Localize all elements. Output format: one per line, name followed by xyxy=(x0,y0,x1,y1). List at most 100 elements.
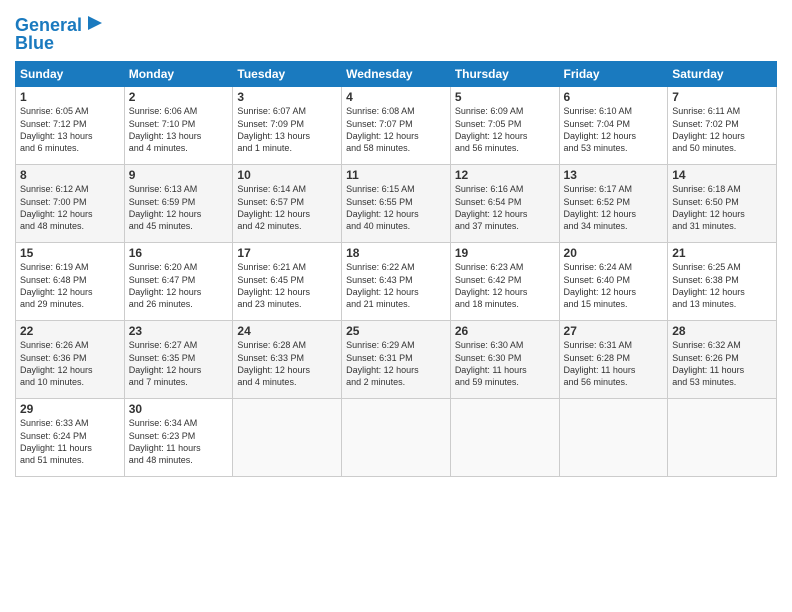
cell-info: Sunrise: 6:07 AMSunset: 7:09 PMDaylight:… xyxy=(237,105,337,154)
cell-info: Sunrise: 6:16 AMSunset: 6:54 PMDaylight:… xyxy=(455,183,555,232)
cell-info: Sunrise: 6:30 AMSunset: 6:30 PMDaylight:… xyxy=(455,339,555,388)
cell-info: Sunrise: 6:15 AMSunset: 6:55 PMDaylight:… xyxy=(346,183,446,232)
day-number: 10 xyxy=(237,168,337,182)
calendar-cell xyxy=(559,399,668,477)
logo: General Blue xyxy=(15,15,106,53)
day-number: 29 xyxy=(20,402,120,416)
calendar-cell: 9Sunrise: 6:13 AMSunset: 6:59 PMDaylight… xyxy=(124,165,233,243)
calendar-cell xyxy=(450,399,559,477)
calendar-cell: 12Sunrise: 6:16 AMSunset: 6:54 PMDayligh… xyxy=(450,165,559,243)
logo-arrow-icon xyxy=(84,12,106,34)
calendar-cell: 7Sunrise: 6:11 AMSunset: 7:02 PMDaylight… xyxy=(668,87,777,165)
weekday-header: Friday xyxy=(559,62,668,87)
calendar-cell: 17Sunrise: 6:21 AMSunset: 6:45 PMDayligh… xyxy=(233,243,342,321)
cell-info: Sunrise: 6:32 AMSunset: 6:26 PMDaylight:… xyxy=(672,339,772,388)
calendar-cell: 26Sunrise: 6:30 AMSunset: 6:30 PMDayligh… xyxy=(450,321,559,399)
cell-info: Sunrise: 6:20 AMSunset: 6:47 PMDaylight:… xyxy=(129,261,229,310)
calendar-cell: 23Sunrise: 6:27 AMSunset: 6:35 PMDayligh… xyxy=(124,321,233,399)
calendar-cell: 30Sunrise: 6:34 AMSunset: 6:23 PMDayligh… xyxy=(124,399,233,477)
calendar-cell: 14Sunrise: 6:18 AMSunset: 6:50 PMDayligh… xyxy=(668,165,777,243)
cell-info: Sunrise: 6:29 AMSunset: 6:31 PMDaylight:… xyxy=(346,339,446,388)
calendar-cell: 4Sunrise: 6:08 AMSunset: 7:07 PMDaylight… xyxy=(342,87,451,165)
calendar-cell: 6Sunrise: 6:10 AMSunset: 7:04 PMDaylight… xyxy=(559,87,668,165)
day-number: 3 xyxy=(237,90,337,104)
calendar-cell: 3Sunrise: 6:07 AMSunset: 7:09 PMDaylight… xyxy=(233,87,342,165)
cell-info: Sunrise: 6:08 AMSunset: 7:07 PMDaylight:… xyxy=(346,105,446,154)
weekday-header: Sunday xyxy=(16,62,125,87)
logo-blue-text: Blue xyxy=(15,34,54,54)
calendar-cell: 24Sunrise: 6:28 AMSunset: 6:33 PMDayligh… xyxy=(233,321,342,399)
calendar-cell xyxy=(233,399,342,477)
day-number: 8 xyxy=(20,168,120,182)
cell-info: Sunrise: 6:18 AMSunset: 6:50 PMDaylight:… xyxy=(672,183,772,232)
calendar-cell: 13Sunrise: 6:17 AMSunset: 6:52 PMDayligh… xyxy=(559,165,668,243)
calendar-cell: 21Sunrise: 6:25 AMSunset: 6:38 PMDayligh… xyxy=(668,243,777,321)
day-number: 2 xyxy=(129,90,229,104)
calendar-cell: 20Sunrise: 6:24 AMSunset: 6:40 PMDayligh… xyxy=(559,243,668,321)
cell-info: Sunrise: 6:13 AMSunset: 6:59 PMDaylight:… xyxy=(129,183,229,232)
day-number: 4 xyxy=(346,90,446,104)
day-number: 23 xyxy=(129,324,229,338)
calendar-cell: 5Sunrise: 6:09 AMSunset: 7:05 PMDaylight… xyxy=(450,87,559,165)
page-header: General Blue xyxy=(15,10,777,53)
day-number: 14 xyxy=(672,168,772,182)
day-number: 21 xyxy=(672,246,772,260)
cell-info: Sunrise: 6:17 AMSunset: 6:52 PMDaylight:… xyxy=(564,183,664,232)
weekday-header: Tuesday xyxy=(233,62,342,87)
calendar-cell: 11Sunrise: 6:15 AMSunset: 6:55 PMDayligh… xyxy=(342,165,451,243)
cell-info: Sunrise: 6:27 AMSunset: 6:35 PMDaylight:… xyxy=(129,339,229,388)
day-number: 16 xyxy=(129,246,229,260)
day-number: 28 xyxy=(672,324,772,338)
day-number: 25 xyxy=(346,324,446,338)
day-number: 7 xyxy=(672,90,772,104)
cell-info: Sunrise: 6:19 AMSunset: 6:48 PMDaylight:… xyxy=(20,261,120,310)
day-number: 26 xyxy=(455,324,555,338)
day-number: 11 xyxy=(346,168,446,182)
calendar-cell: 1Sunrise: 6:05 AMSunset: 7:12 PMDaylight… xyxy=(16,87,125,165)
calendar-cell xyxy=(342,399,451,477)
cell-info: Sunrise: 6:23 AMSunset: 6:42 PMDaylight:… xyxy=(455,261,555,310)
calendar-cell: 18Sunrise: 6:22 AMSunset: 6:43 PMDayligh… xyxy=(342,243,451,321)
calendar-cell: 2Sunrise: 6:06 AMSunset: 7:10 PMDaylight… xyxy=(124,87,233,165)
day-number: 12 xyxy=(455,168,555,182)
day-number: 1 xyxy=(20,90,120,104)
day-number: 20 xyxy=(564,246,664,260)
calendar-cell: 28Sunrise: 6:32 AMSunset: 6:26 PMDayligh… xyxy=(668,321,777,399)
cell-info: Sunrise: 6:22 AMSunset: 6:43 PMDaylight:… xyxy=(346,261,446,310)
cell-info: Sunrise: 6:09 AMSunset: 7:05 PMDaylight:… xyxy=(455,105,555,154)
cell-info: Sunrise: 6:33 AMSunset: 6:24 PMDaylight:… xyxy=(20,417,120,466)
cell-info: Sunrise: 6:25 AMSunset: 6:38 PMDaylight:… xyxy=(672,261,772,310)
calendar-cell: 15Sunrise: 6:19 AMSunset: 6:48 PMDayligh… xyxy=(16,243,125,321)
calendar-cell xyxy=(668,399,777,477)
cell-info: Sunrise: 6:24 AMSunset: 6:40 PMDaylight:… xyxy=(564,261,664,310)
day-number: 13 xyxy=(564,168,664,182)
weekday-header: Wednesday xyxy=(342,62,451,87)
calendar-cell: 16Sunrise: 6:20 AMSunset: 6:47 PMDayligh… xyxy=(124,243,233,321)
cell-info: Sunrise: 6:10 AMSunset: 7:04 PMDaylight:… xyxy=(564,105,664,154)
calendar-cell: 25Sunrise: 6:29 AMSunset: 6:31 PMDayligh… xyxy=(342,321,451,399)
weekday-header: Saturday xyxy=(668,62,777,87)
day-number: 9 xyxy=(129,168,229,182)
day-number: 18 xyxy=(346,246,446,260)
calendar-cell: 19Sunrise: 6:23 AMSunset: 6:42 PMDayligh… xyxy=(450,243,559,321)
calendar-table: SundayMondayTuesdayWednesdayThursdayFrid… xyxy=(15,61,777,477)
cell-info: Sunrise: 6:31 AMSunset: 6:28 PMDaylight:… xyxy=(564,339,664,388)
weekday-header: Thursday xyxy=(450,62,559,87)
calendar-cell: 22Sunrise: 6:26 AMSunset: 6:36 PMDayligh… xyxy=(16,321,125,399)
cell-info: Sunrise: 6:12 AMSunset: 7:00 PMDaylight:… xyxy=(20,183,120,232)
calendar-cell: 10Sunrise: 6:14 AMSunset: 6:57 PMDayligh… xyxy=(233,165,342,243)
cell-info: Sunrise: 6:14 AMSunset: 6:57 PMDaylight:… xyxy=(237,183,337,232)
calendar-cell: 8Sunrise: 6:12 AMSunset: 7:00 PMDaylight… xyxy=(16,165,125,243)
day-number: 15 xyxy=(20,246,120,260)
day-number: 27 xyxy=(564,324,664,338)
day-number: 24 xyxy=(237,324,337,338)
day-number: 19 xyxy=(455,246,555,260)
calendar-cell: 27Sunrise: 6:31 AMSunset: 6:28 PMDayligh… xyxy=(559,321,668,399)
cell-info: Sunrise: 6:11 AMSunset: 7:02 PMDaylight:… xyxy=(672,105,772,154)
cell-info: Sunrise: 6:34 AMSunset: 6:23 PMDaylight:… xyxy=(129,417,229,466)
cell-info: Sunrise: 6:28 AMSunset: 6:33 PMDaylight:… xyxy=(237,339,337,388)
day-number: 30 xyxy=(129,402,229,416)
day-number: 17 xyxy=(237,246,337,260)
cell-info: Sunrise: 6:26 AMSunset: 6:36 PMDaylight:… xyxy=(20,339,120,388)
cell-info: Sunrise: 6:06 AMSunset: 7:10 PMDaylight:… xyxy=(129,105,229,154)
